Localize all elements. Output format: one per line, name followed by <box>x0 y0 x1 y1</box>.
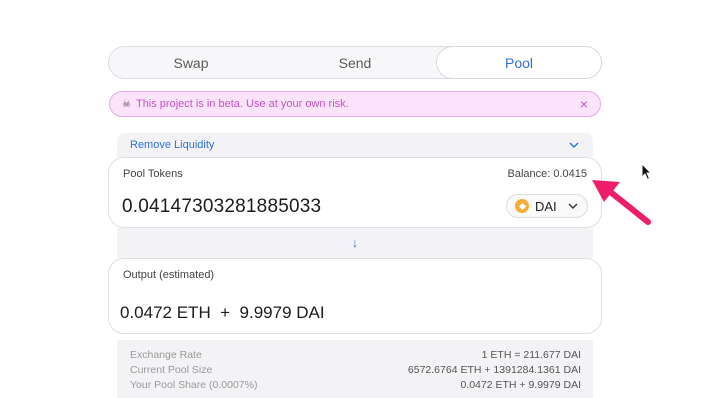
chevron-down-icon <box>569 142 579 148</box>
pool-size-label: Current Pool Size <box>130 364 213 376</box>
direction-arrow-row: ↓ <box>117 228 593 258</box>
stats-row: Current Pool Size 6572.6764 ETH + 139128… <box>130 363 581 378</box>
pool-share-label: Your Pool Share (0.0007%) <box>130 379 258 391</box>
pool-share-value: 0.0472 ETH + 9.9979 DAI <box>460 379 581 391</box>
remove-liquidity-dropdown[interactable]: Remove Liquidity <box>117 133 593 157</box>
balance-label[interactable]: Balance: 0.0415 <box>507 168 587 180</box>
pool-stats: Exchange Rate 1 ETH = 211.677 DAI Curren… <box>117 340 593 398</box>
output-label: Output (estimated) <box>123 269 215 281</box>
chevron-down-icon <box>568 203 578 209</box>
beta-warning-banner: ☠ This project is in beta. Use at your o… <box>109 91 601 117</box>
stats-row: Exchange Rate 1 ETH = 211.677 DAI <box>130 348 581 363</box>
tab-pool[interactable]: Pool <box>436 46 602 79</box>
pool-tokens-amount-input[interactable]: 0.04147303281885033 <box>122 196 321 218</box>
dai-token-icon <box>515 199 529 213</box>
tab-send[interactable]: Send <box>273 47 437 78</box>
beta-warning-text: This project is in beta. Use at your own… <box>135 98 349 110</box>
skull-icon: ☠ <box>122 98 131 110</box>
stats-row: Your Pool Share (0.0007%) 0.0472 ETH + 9… <box>130 378 581 393</box>
token-symbol: DAI <box>535 198 557 214</box>
tab-bar: Swap Send Pool <box>108 46 602 79</box>
mouse-cursor-icon <box>641 163 653 181</box>
pool-size-value: 6572.6764 ETH + 1391284.1361 DAI <box>407 364 581 376</box>
token-select-button[interactable]: DAI <box>506 194 588 218</box>
exchange-rate-value: 1 ETH = 211.677 DAI <box>481 349 581 361</box>
arrow-down-icon: ↓ <box>352 236 358 250</box>
remove-liquidity-label: Remove Liquidity <box>130 139 215 151</box>
pool-tokens-panel: Pool Tokens Balance: 0.0415 0.0414730328… <box>108 157 602 228</box>
exchange-rate-label: Exchange Rate <box>130 349 202 361</box>
close-icon[interactable]: × <box>580 96 588 112</box>
tab-swap[interactable]: Swap <box>109 47 273 78</box>
pool-tokens-label: Pool Tokens <box>123 168 183 180</box>
output-panel: Output (estimated) 0.0472 ETH + 9.9979 D… <box>108 258 602 334</box>
output-amount: 0.0472 ETH + 9.9979 DAI <box>120 303 325 322</box>
